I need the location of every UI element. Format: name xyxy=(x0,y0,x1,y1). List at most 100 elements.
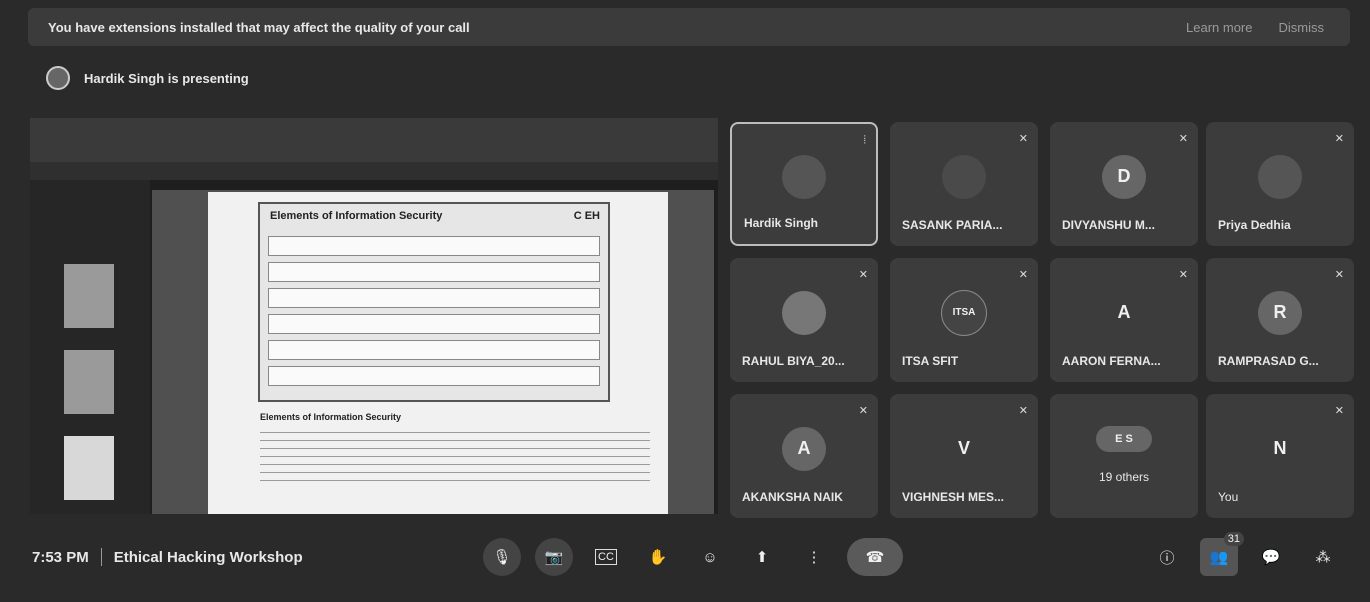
participant-tile[interactable]: A ✕ AKANKSHA NAIK xyxy=(730,394,878,518)
mic-off-icon: ✕ xyxy=(1178,133,1188,145)
mic-off-icon: ✕ xyxy=(1018,405,1028,417)
present-icon: ⬆ xyxy=(755,549,769,566)
people-icon: 👥 xyxy=(1209,549,1229,566)
people-button[interactable]: 👥 31 xyxy=(1200,532,1244,576)
dismiss-button[interactable]: Dismiss xyxy=(1279,20,1325,35)
participant-name: Hardik Singh xyxy=(744,216,819,230)
meeting-info-button[interactable]: ⓘ xyxy=(1148,538,1186,576)
page-thumbnails xyxy=(30,180,150,514)
slide-row xyxy=(268,340,600,360)
participant-tile[interactable]: A ✕ AARON FERNA... xyxy=(1050,258,1198,382)
participant-tile[interactable]: ✕ Priya Dedhia xyxy=(1206,122,1354,246)
participant-tile[interactable]: D ✕ DIVYANSHU M... xyxy=(1050,122,1198,246)
participant-avatar xyxy=(942,154,986,199)
screen-share-view[interactable]: Elements of Information Security C EH El… xyxy=(30,118,718,514)
participant-name: RAHUL BIYA_20... xyxy=(742,354,845,368)
slide-row xyxy=(268,288,600,308)
camera-toggle-button[interactable]: 📷 xyxy=(535,538,573,576)
thumbnail xyxy=(64,436,114,500)
mic-off-icon: 🎙 xyxy=(492,549,512,566)
slide-row xyxy=(268,366,600,386)
slide-card: Elements of Information Security C EH xyxy=(258,202,610,402)
slide-row xyxy=(268,314,600,334)
others-count: 19 others xyxy=(1098,470,1150,484)
meeting-title: Ethical Hacking Workshop xyxy=(113,548,303,566)
raise-hand-button[interactable]: ✋ xyxy=(639,538,677,576)
camera-off-icon: 📷 xyxy=(544,549,564,566)
call-controls: 🎙 📷 CC ✋ ☺ ⬆ ⋮ ☎ xyxy=(483,538,903,576)
hand-icon: ✋ xyxy=(648,549,668,566)
more-options-button[interactable]: ⋮ xyxy=(795,538,833,576)
participant-avatar: A xyxy=(782,426,826,471)
participant-avatar: R xyxy=(1258,290,1302,335)
activities-icon: ⁂ xyxy=(1315,549,1331,566)
mic-off-icon: ✕ xyxy=(1018,269,1028,281)
participant-avatar: N xyxy=(1273,438,1287,459)
more-icon: ⋮ xyxy=(806,549,822,566)
participant-tile[interactable]: V ✕ VIGHNESH MES... xyxy=(890,394,1038,518)
presenting-bar: Hardik Singh is presenting xyxy=(28,60,1350,96)
divider xyxy=(100,548,102,566)
participant-avatar: ITSA xyxy=(941,289,987,336)
thumbnail xyxy=(64,264,114,328)
mic-off-icon: ✕ xyxy=(1178,269,1188,281)
participant-avatar xyxy=(782,290,826,335)
extension-warning-banner: You have extensions installed that may a… xyxy=(28,8,1350,46)
presenting-label: Hardik Singh is presenting xyxy=(84,70,249,86)
participant-avatar xyxy=(1258,154,1302,199)
participant-name: ITSA SFIT xyxy=(902,354,959,368)
participant-name: RAMPRASAD G... xyxy=(1218,354,1319,368)
participant-name: DIVYANSHU M... xyxy=(1062,218,1155,232)
participant-avatar: D xyxy=(1102,154,1146,199)
participant-tile[interactable]: ITSA ✕ ITSA SFIT xyxy=(890,258,1038,382)
speaking-indicator-icon: ⦙ xyxy=(863,134,866,146)
captions-icon: CC xyxy=(595,549,617,565)
others-tile[interactable]: E S 19 others xyxy=(1050,394,1198,518)
learn-more-link[interactable]: Learn more xyxy=(1186,20,1252,35)
slide-row xyxy=(268,236,600,256)
slide-row xyxy=(268,262,600,282)
participant-tile[interactable]: ✕ RAHUL BIYA_20... xyxy=(730,258,878,382)
captions-button[interactable]: CC xyxy=(587,538,625,576)
emoji-icon: ☺ xyxy=(702,548,718,566)
mic-off-icon: ✕ xyxy=(858,405,868,417)
side-controls: ⓘ 👥 31 💬 ⁂ xyxy=(1148,532,1342,576)
mic-off-icon: ✕ xyxy=(1018,133,1028,145)
participant-avatar: V xyxy=(957,438,970,459)
mic-toggle-button[interactable]: 🎙 xyxy=(483,538,521,576)
ceh-logo: C EH xyxy=(573,210,600,222)
participant-tile[interactable]: R ✕ RAMPRASAD G... xyxy=(1206,258,1354,382)
mic-off-icon: ✕ xyxy=(858,269,868,281)
document-page: Elements of Information Security C EH El… xyxy=(208,192,668,514)
slide-title: Elements of Information Security xyxy=(270,210,443,222)
participant-name: AARON FERNA... xyxy=(1062,354,1161,368)
presenter-avatar xyxy=(46,66,70,90)
participant-avatar xyxy=(782,154,826,199)
participant-tile[interactable]: ✕ SASANK PARIA... xyxy=(890,122,1038,246)
participant-name: Priya Dedhia xyxy=(1218,218,1291,232)
body-text xyxy=(260,428,650,484)
section-heading: Elements of Information Security xyxy=(260,412,402,422)
activities-button[interactable]: ⁂ xyxy=(1304,538,1342,576)
chat-button[interactable]: 💬 xyxy=(1252,538,1290,576)
self-tile[interactable]: N ✕ You xyxy=(1206,394,1354,518)
chat-icon: 💬 xyxy=(1261,549,1281,566)
participant-name: AKANKSHA NAIK xyxy=(742,490,843,504)
browser-chrome xyxy=(30,118,718,162)
thumbnail xyxy=(64,350,114,414)
meeting-time: 7:53 PM xyxy=(32,548,89,566)
banner-message: You have extensions installed that may a… xyxy=(48,19,470,35)
present-button[interactable]: ⬆ xyxy=(743,538,781,576)
hang-up-icon: ☎ xyxy=(865,549,885,566)
participant-name: You xyxy=(1218,490,1239,504)
others-avatars: E S xyxy=(1096,425,1152,452)
leave-call-button[interactable]: ☎ xyxy=(847,538,903,576)
reactions-button[interactable]: ☺ xyxy=(691,538,729,576)
info-icon: ⓘ xyxy=(1159,549,1175,567)
participant-name: SASANK PARIA... xyxy=(902,218,1003,232)
pdf-toolbar xyxy=(30,162,718,180)
participant-tile[interactable]: ⦙ Hardik Singh xyxy=(730,122,878,246)
participant-avatar: A xyxy=(1117,302,1131,323)
mic-off-icon: ✕ xyxy=(1334,133,1344,145)
people-count-badge: 31 xyxy=(1223,532,1244,546)
